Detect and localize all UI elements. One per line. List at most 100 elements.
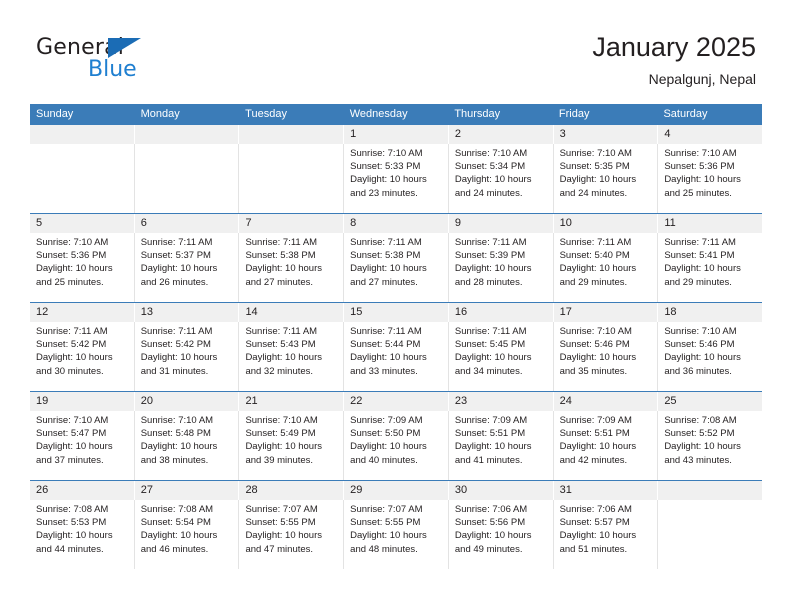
day-info-line: and 35 minutes. [559,365,628,377]
day-cell-18[interactable]: Sunrise: 7:10 AM Sunset: 5:46 PM Daylight:… [658,322,762,391]
day-cell-12[interactable]: Sunrise: 7:11 AM Sunset: 5:42 PM Daylight:… [30,322,135,391]
day-number-4[interactable]: 4 [658,125,762,144]
day-info-line: Daylight: 10 hours [140,263,218,275]
day-info-line: Sunrise: 7:10 AM [140,415,214,426]
day-number-16[interactable]: 16 [449,303,554,322]
day-cell-13[interactable]: Sunrise: 7:11 AM Sunset: 5:42 PM Daylight:… [135,322,240,391]
day-number-12[interactable]: 12 [30,303,135,322]
day-cell-21[interactable]: Sunrise: 7:10 AM Sunset: 5:49 PM Daylight:… [239,411,345,480]
week-content-band: Sunrise: 7:08 AM Sunset: 5:53 PM Daylight:… [30,500,762,569]
day-info-line: and 38 minutes. [140,454,209,466]
day-number-6[interactable]: 6 [135,214,240,233]
day-cell-25[interactable]: Sunrise: 7:08 AM Sunset: 5:52 PM Daylight:… [658,411,762,480]
day-number-28[interactable]: 28 [239,481,345,500]
day-number-30[interactable]: 30 [449,481,554,500]
day-number-22[interactable]: 22 [344,392,449,411]
day-number-10[interactable]: 10 [554,214,659,233]
day-info-line: Sunrise: 7:09 AM [559,415,632,426]
day-cell-3[interactable]: Sunrise: 7:10 AM Sunset: 5:35 PM Daylight:… [554,144,659,213]
day-cell-11[interactable]: Sunrise: 7:11 AM Sunset: 5:41 PM Daylight:… [658,233,762,302]
day-info-line: Sunrise: 7:11 AM [245,237,318,248]
day-number-21[interactable]: 21 [239,392,345,411]
day-cell-19[interactable]: Sunrise: 7:10 AM Sunset: 5:47 PM Daylight:… [30,411,135,480]
day-cell-4[interactable]: Sunrise: 7:10 AM Sunset: 5:36 PM Daylight:… [658,144,762,213]
day-info-line: Sunset: 5:35 PM [559,161,630,173]
day-number-24[interactable]: 24 [554,392,659,411]
week-daynumber-band: 19 20 21 22 23 24 25 [30,392,762,411]
week-daynumber-band: 26 27 28 29 30 31 [30,481,762,500]
day-info-line: and 33 minutes. [350,365,418,377]
day-number-19[interactable]: 19 [30,392,135,411]
day-cell-10[interactable]: Sunrise: 7:11 AM Sunset: 5:40 PM Daylight:… [554,233,659,302]
day-number-13[interactable]: 13 [135,303,240,322]
day-number-18[interactable]: 18 [658,303,762,322]
day-info-line: Sunrise: 7:11 AM [350,237,422,248]
day-info-line: Sunset: 5:55 PM [350,517,421,529]
day-number-1[interactable]: 1 [344,125,449,144]
day-number-26[interactable]: 26 [30,481,135,500]
day-cell-17[interactable]: Sunrise: 7:10 AM Sunset: 5:46 PM Daylight:… [554,322,659,391]
day-info-line: Sunset: 5:38 PM [245,250,316,262]
day-info-line: Sunrise: 7:10 AM [36,415,109,426]
day-cell-20[interactable]: Sunrise: 7:10 AM Sunset: 5:48 PM Daylight:… [135,411,240,480]
day-number-9[interactable]: 9 [449,214,554,233]
day-cell-31[interactable]: Sunrise: 7:06 AM Sunset: 5:57 PM Daylight:… [554,500,659,569]
day-info-line: and 29 minutes. [664,276,732,288]
day-cell-2[interactable]: Sunrise: 7:10 AM Sunset: 5:34 PM Daylight:… [449,144,554,213]
day-number-20[interactable]: 20 [135,392,240,411]
day-info-line: Sunset: 5:54 PM [140,517,211,529]
day-number-14[interactable]: 14 [239,303,345,322]
day-cell-9[interactable]: Sunrise: 7:11 AM Sunset: 5:39 PM Daylight:… [449,233,554,302]
day-number-11[interactable]: 11 [658,214,762,233]
day-info-line: Sunset: 5:57 PM [559,517,630,529]
day-cell-7[interactable]: Sunrise: 7:11 AM Sunset: 5:38 PM Daylight:… [239,233,345,302]
title-block: January 2025 Nepalgunj, Nepal [592,30,756,89]
day-number-empty [658,481,762,500]
day-number-17[interactable]: 17 [554,303,659,322]
general-blue-logo[interactable]: General Blue [36,36,236,88]
day-info-line: Sunset: 5:36 PM [36,250,107,262]
day-cell-6[interactable]: Sunrise: 7:11 AM Sunset: 5:37 PM Daylight:… [135,233,240,302]
day-info-line: Daylight: 10 hours [350,441,427,453]
day-cell-15[interactable]: Sunrise: 7:11 AM Sunset: 5:44 PM Daylight:… [344,322,449,391]
day-number-2[interactable]: 2 [449,125,554,144]
day-number-7[interactable]: 7 [239,214,345,233]
day-cell-30[interactable]: Sunrise: 7:06 AM Sunset: 5:56 PM Daylight:… [449,500,554,569]
day-number-8[interactable]: 8 [344,214,449,233]
day-number-23[interactable]: 23 [449,392,554,411]
day-info-line: Daylight: 10 hours [664,174,741,186]
day-cell-23[interactable]: Sunrise: 7:09 AM Sunset: 5:51 PM Daylight:… [449,411,554,480]
day-cell-24[interactable]: Sunrise: 7:09 AM Sunset: 5:51 PM Daylight:… [554,411,659,480]
day-cell-5[interactable]: Sunrise: 7:10 AM Sunset: 5:36 PM Daylight:… [30,233,135,302]
day-cell-8[interactable]: Sunrise: 7:11 AM Sunset: 5:38 PM Daylight:… [344,233,449,302]
day-info-line: Daylight: 10 hours [454,530,532,542]
day-number-31[interactable]: 31 [554,481,659,500]
day-info-line: Sunset: 5:46 PM [664,339,735,351]
day-info-line: and 24 minutes. [559,187,628,199]
day-number-5[interactable]: 5 [30,214,135,233]
day-info-line: and 30 minutes. [36,365,104,377]
day-number-29[interactable]: 29 [344,481,449,500]
day-cell-28[interactable]: Sunrise: 7:07 AM Sunset: 5:55 PM Daylight:… [239,500,345,569]
day-cell-1[interactable]: Sunrise: 7:10 AM Sunset: 5:33 PM Daylight:… [344,144,449,213]
day-info-line: Sunrise: 7:10 AM [559,326,632,337]
day-cell-14[interactable]: Sunrise: 7:11 AM Sunset: 5:43 PM Daylight:… [239,322,345,391]
day-cell-26[interactable]: Sunrise: 7:08 AM Sunset: 5:53 PM Daylight:… [30,500,135,569]
day-number-27[interactable]: 27 [135,481,240,500]
day-number-3[interactable]: 3 [554,125,659,144]
day-info-line: Daylight: 10 hours [350,530,427,542]
day-info-line: Sunrise: 7:08 AM [140,504,214,515]
day-info-line: Sunrise: 7:11 AM [454,237,527,248]
day-cell-29[interactable]: Sunrise: 7:07 AM Sunset: 5:55 PM Daylight:… [344,500,449,569]
day-number-25[interactable]: 25 [658,392,762,411]
day-info-line: Daylight: 10 hours [36,352,113,364]
page-header: General Blue January 2025 Nepalgunj, Nep… [0,0,792,100]
day-info-line: Daylight: 10 hours [454,441,532,453]
day-cell-22[interactable]: Sunrise: 7:09 AM Sunset: 5:50 PM Daylight:… [344,411,449,480]
day-number-15[interactable]: 15 [344,303,449,322]
day-info-line: Sunrise: 7:06 AM [559,504,632,515]
day-cell-27[interactable]: Sunrise: 7:08 AM Sunset: 5:54 PM Daylight:… [135,500,240,569]
day-cell-16[interactable]: Sunrise: 7:11 AM Sunset: 5:45 PM Daylight:… [449,322,554,391]
day-info-line: Sunset: 5:47 PM [36,428,107,440]
day-info-line: Daylight: 10 hours [454,263,532,275]
